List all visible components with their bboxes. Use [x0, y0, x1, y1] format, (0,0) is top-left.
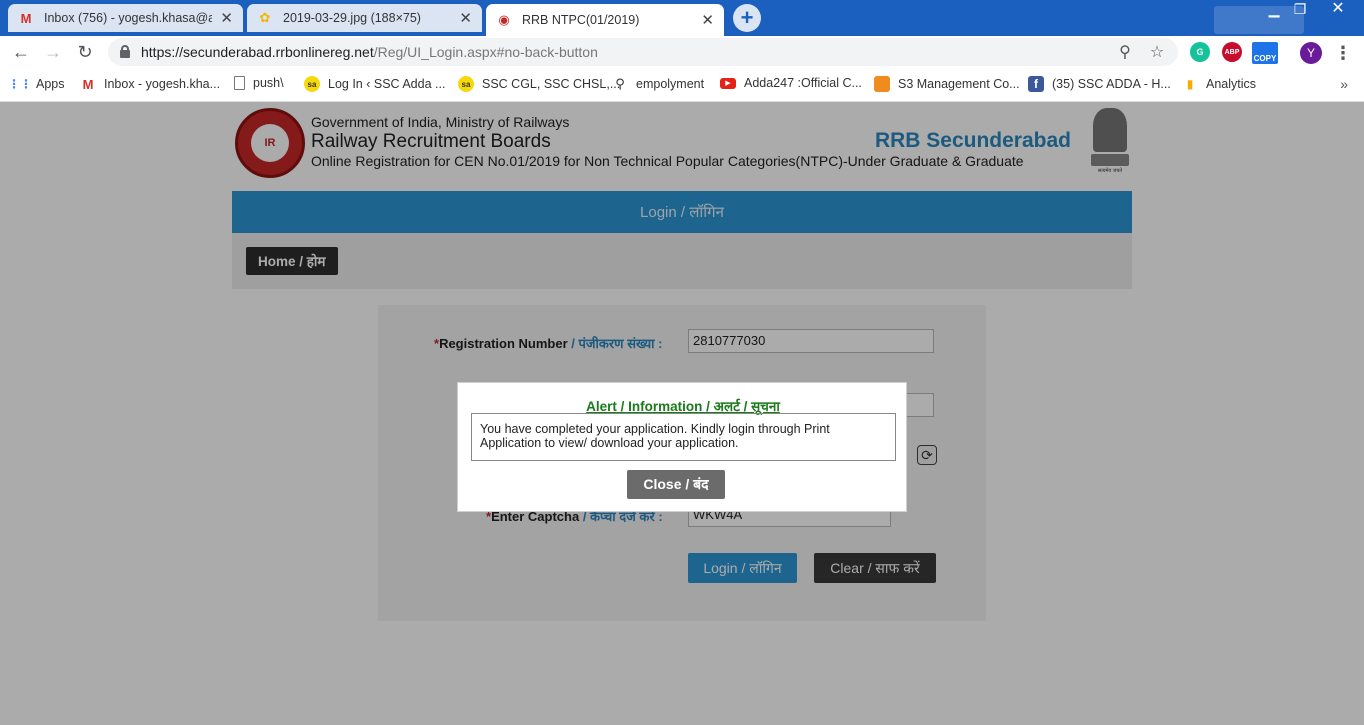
browser-tab-bar: M Inbox (756) - yogesh.khasa@add ✕ ✿ 201… — [0, 0, 1364, 36]
youtube-icon: ▶ — [720, 77, 736, 89]
bookmark-gmail[interactable]: M Inbox - yogesh.kha... — [80, 76, 220, 92]
sa-icon: sa — [304, 76, 320, 92]
alert-dialog: Alert / Information / अलर्ट / सूचना You … — [457, 382, 907, 512]
restore-icon[interactable]: ❐ — [1284, 0, 1316, 18]
page-icon — [234, 76, 245, 90]
bookmark-adda247[interactable]: ▶ Adda247 :Official C... — [720, 76, 862, 90]
zoom-icon[interactable]: ⚲ — [1115, 42, 1135, 62]
close-tab-icon[interactable]: ✕ — [220, 9, 233, 27]
search-doc-icon: ⚲ — [615, 76, 625, 91]
url-text[interactable]: https://secunderabad.rrbonlinereg.net/Re… — [141, 44, 598, 60]
bookmark-push[interactable]: push\ — [234, 76, 284, 90]
facebook-icon: f — [1028, 76, 1044, 92]
bookmark-employment[interactable]: ⚲ empolyment — [612, 76, 704, 92]
photos-icon: ✿ — [259, 10, 271, 25]
profile-avatar[interactable]: Y — [1300, 42, 1322, 64]
close-tab-icon[interactable]: ✕ — [701, 11, 714, 29]
tab-rrb-ntpc[interactable]: ◉ RRB NTPC(01/2019) ✕ — [486, 4, 724, 36]
copy-extension-icon[interactable]: COPY — [1252, 42, 1278, 64]
rrb-favicon-icon: ◉ — [498, 12, 510, 27]
window-close-icon[interactable]: ✕ — [1322, 0, 1354, 18]
reload-icon[interactable]: ↻ — [74, 41, 96, 63]
browser-menu-icon[interactable]: ⋮ — [1334, 42, 1352, 64]
alert-message: You have completed your application. Kin… — [471, 413, 896, 461]
close-tab-icon[interactable]: ✕ — [459, 9, 472, 27]
back-arrow-icon[interactable]: ← — [10, 41, 32, 63]
browser-toolbar: ← → ↻ https://secunderabad.rrbonlinereg.… — [0, 36, 1364, 68]
bookmark-ssc-cgl[interactable]: sa SSC CGL, SSC CHSL,... — [458, 76, 620, 92]
grammarly-icon[interactable]: G — [1190, 42, 1210, 62]
gmail-icon: M — [82, 76, 94, 92]
bookmark-s3[interactable]: S3 Management Co... — [874, 76, 1020, 92]
lock-icon — [120, 45, 130, 58]
forward-arrow-icon[interactable]: → — [42, 41, 64, 63]
address-bar[interactable]: https://secunderabad.rrbonlinereg.net/Re… — [108, 38, 1178, 66]
star-icon[interactable]: ☆ — [1147, 42, 1167, 62]
sa-icon: sa — [458, 76, 474, 92]
bookmark-analytics[interactable]: ▮ Analytics — [1182, 76, 1256, 92]
bookmark-apps[interactable]: ⋮⋮ Apps — [8, 76, 65, 92]
bookmark-facebook[interactable]: f (35) SSC ADDA - H... — [1028, 76, 1171, 92]
close-button[interactable]: Close / बंद — [627, 470, 725, 499]
apps-grid-icon: ⋮⋮ — [8, 77, 32, 91]
gmail-icon: M — [20, 10, 32, 26]
bookmarks-bar: ⋮⋮ Apps M Inbox - yogesh.kha... push\ sa… — [0, 68, 1364, 102]
new-tab-button[interactable]: + — [733, 4, 761, 32]
tab-title: 2019-03-29.jpg (188×75) — [283, 11, 421, 25]
tab-image[interactable]: ✿ 2019-03-29.jpg (188×75) ✕ — [247, 4, 482, 32]
bookmarks-overflow-icon[interactable]: » — [1340, 76, 1348, 92]
aws-icon — [874, 76, 890, 92]
tab-title: RRB NTPC(01/2019) — [522, 13, 640, 27]
bookmark-ssc-adda-login[interactable]: sa Log In ‹ SSC Adda ... — [304, 76, 445, 92]
tab-title: Inbox (756) - yogesh.khasa@add — [44, 11, 213, 25]
analytics-icon: ▮ — [1186, 77, 1194, 91]
adblock-icon[interactable]: ABP — [1222, 42, 1242, 62]
tab-gmail-inbox[interactable]: M Inbox (756) - yogesh.khasa@add ✕ — [8, 4, 243, 32]
